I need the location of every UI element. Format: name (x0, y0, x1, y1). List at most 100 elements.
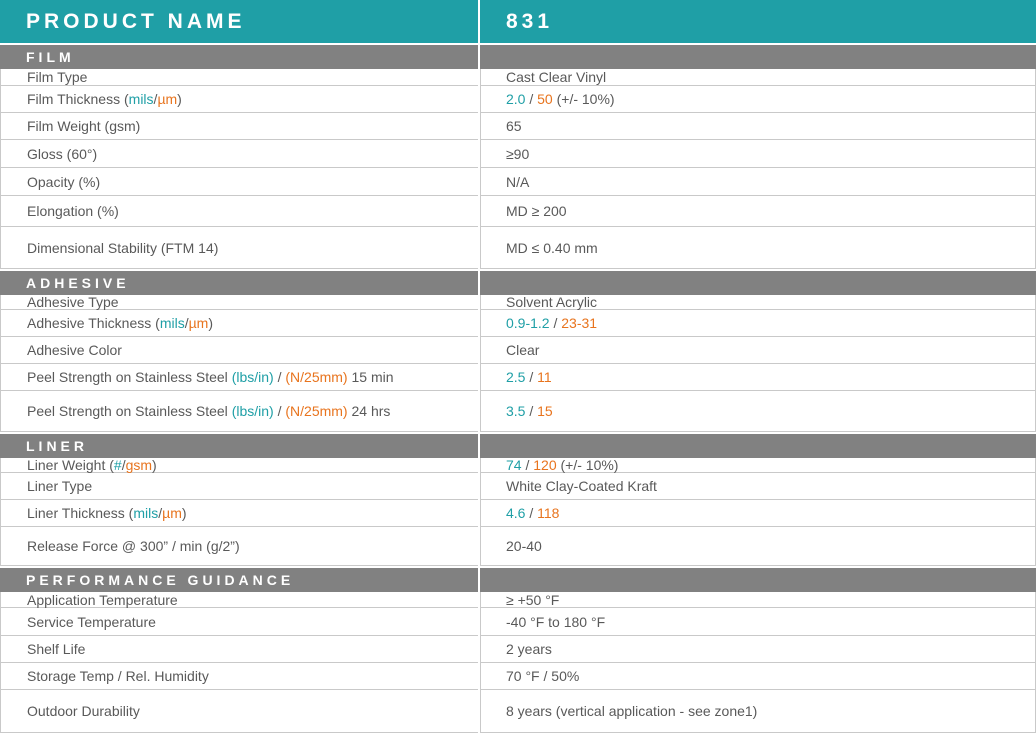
text-segment: Outdoor Durability (27, 703, 140, 719)
row-value: 2.0 / 50 (+/- 10%) (480, 86, 1036, 113)
text-segment: µm (188, 315, 209, 331)
text-segment: (N/25mm) (285, 369, 348, 385)
table-row: Peel Strength on Stainless Steel (lbs/in… (0, 364, 1036, 391)
table-row: Peel Strength on Stainless Steel (lbs/in… (0, 391, 1036, 432)
text-segment: 15 min (347, 369, 394, 385)
text-segment: mils (133, 505, 159, 521)
row-label: Service Temperature (0, 608, 478, 636)
text-segment: ) (177, 91, 182, 107)
table-row: Dimensional Stability (FTM 14) MD ≤ 0.40 … (0, 227, 1036, 269)
header-row: PRODUCT NAME 831 (0, 0, 1036, 43)
text-segment: ≥90 (506, 145, 530, 162)
row-value: 65 (480, 113, 1036, 140)
header-value: 831 (480, 0, 1036, 43)
row-label: Film Weight (gsm) (0, 113, 478, 140)
text-segment: 23-31 (561, 315, 598, 331)
text-segment: Adhesive Type (27, 294, 119, 310)
row-value: 8 years (vertical application - see zone… (480, 690, 1036, 733)
row-value: 20-40 (480, 527, 1036, 566)
text-segment: ) (152, 457, 157, 473)
row-label: Storage Temp / Rel. Humidity (0, 663, 478, 690)
text-segment: / (521, 457, 534, 473)
table-row: Release Force @ 300” / min (g/2”) 20-40 (0, 527, 1036, 566)
text-segment: / (525, 91, 538, 107)
row-label: Elongation (%) (0, 196, 478, 227)
table-row: Film Type Cast Clear Vinyl (0, 69, 1036, 86)
text-segment: 50 (537, 91, 553, 107)
section-header: LINER (0, 434, 1036, 458)
text-segment: Elongation (%) (27, 203, 119, 219)
text-segment: Release Force @ 300” / min (g/2”) (27, 538, 240, 554)
spec-sheet: PRODUCT NAME 831 FILM Film Type Cast Clear… (0, 0, 1036, 733)
text-segment: Film Thickness ( (27, 91, 129, 107)
row-value: 3.5 / 15 (480, 391, 1036, 432)
table-row: Service Temperature -40 °F to 180 °F (0, 608, 1036, 636)
section-header: ADHESIVE (0, 271, 1036, 295)
text-segment: / (525, 505, 538, 521)
text-segment: Film Type (27, 69, 88, 85)
row-label: Opacity (%) (0, 168, 478, 196)
text-segment: 24 hrs (347, 403, 391, 419)
table-row: Liner Thickness (mils / µm) 4.6 / 118 (0, 500, 1036, 527)
row-value: ≥ +50 °F (480, 592, 1036, 608)
header-label: PRODUCT NAME (0, 0, 478, 43)
text-segment: (lbs/in) (231, 403, 274, 419)
text-segment: Service Temperature (27, 613, 156, 630)
text-segment: / (525, 403, 538, 419)
text-segment: (N/25mm) (285, 403, 348, 419)
section-title: FILM (0, 45, 478, 69)
row-label: Peel Strength on Stainless Steel (lbs/in… (0, 364, 478, 391)
row-value: ≥90 (480, 140, 1036, 168)
text-segment: 70 °F / 50% (506, 668, 580, 684)
text-segment: Clear (506, 342, 540, 358)
row-value: 2 years (480, 636, 1036, 663)
section-header-blank (480, 271, 1036, 295)
section-title: LINER (0, 434, 478, 458)
row-value: Cast Clear Vinyl (480, 69, 1036, 86)
text-segment: µm (157, 91, 178, 107)
text-segment: Gloss (60°) (27, 145, 98, 162)
section-title: PERFORMANCE GUIDANCE (0, 568, 478, 592)
text-segment: ) (208, 315, 213, 331)
text-segment: Shelf Life (27, 641, 86, 657)
text-segment: Cast Clear Vinyl (506, 69, 607, 85)
text-segment: / (273, 369, 286, 385)
table-row: Storage Temp / Rel. Humidity 70 °F / 50% (0, 663, 1036, 690)
row-value: White Clay-Coated Kraft (480, 473, 1036, 500)
text-segment: 118 (537, 505, 560, 521)
text-segment: 2.5 (506, 369, 526, 385)
text-segment: 8 years (vertical application - see zone… (506, 703, 758, 719)
text-segment: 65 (506, 118, 522, 134)
row-value: 2.5 / 11 (480, 364, 1036, 391)
text-segment: # (113, 457, 122, 473)
text-segment: Opacity (%) (27, 173, 101, 190)
text-segment: / (549, 315, 562, 331)
text-segment: 20-40 (506, 538, 542, 554)
text-segment: Film Weight (gsm) (27, 118, 141, 134)
text-segment: Liner Type (27, 478, 93, 494)
row-value: Clear (480, 337, 1036, 364)
text-segment: Adhesive Thickness ( (27, 315, 160, 331)
text-segment: / (525, 369, 538, 385)
text-segment: MD ≥ 200 (506, 203, 567, 219)
text-segment: ) (181, 505, 187, 521)
table-row: Liner Weight (# / gsm) 74 / 120 (+/- 10%) (0, 457, 1036, 473)
row-value: -40 °F to 180 °F (480, 608, 1036, 636)
table-row: Gloss (60°) ≥90 (0, 140, 1036, 168)
section-header: PERFORMANCE GUIDANCE (0, 568, 1036, 592)
section-title: ADHESIVE (0, 271, 478, 295)
text-segment: Peel Strength on Stainless Steel (27, 369, 232, 385)
text-segment: Liner Thickness ( (27, 505, 134, 521)
text-segment: 2 years (506, 641, 552, 657)
table-row: Adhesive Color Clear (0, 337, 1036, 364)
text-segment: Application Temperature (27, 591, 178, 608)
text-segment: 120 (533, 457, 557, 473)
table-row: Outdoor Durability 8 years (vertical appl… (0, 690, 1036, 733)
text-segment: µm (162, 505, 182, 521)
text-segment: (lbs/in) (231, 369, 274, 385)
section-header-blank (480, 45, 1036, 69)
text-segment: 2.0 (506, 91, 526, 107)
text-segment: / (273, 403, 286, 419)
text-segment: 11 (537, 369, 552, 385)
text-segment: MD ≤ 0.40 mm (506, 239, 598, 256)
